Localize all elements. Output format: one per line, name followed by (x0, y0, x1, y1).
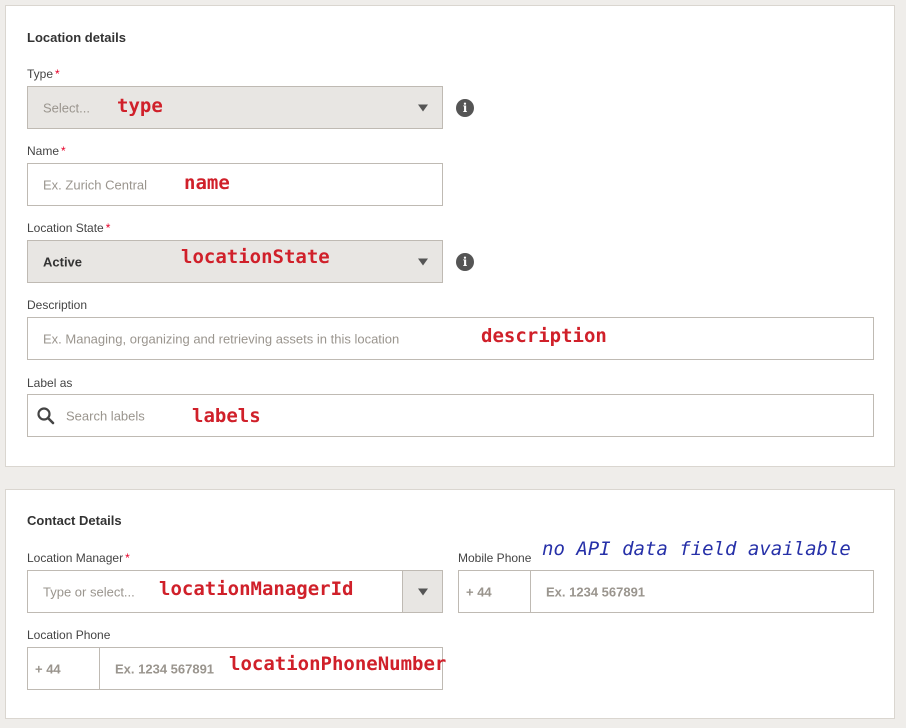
contact-details-card: Contact Details Location Manager * Type o… (5, 489, 895, 719)
name-placeholder: Ex. Zurich Central (43, 177, 148, 192)
mobile-phone-note: no API data field available (542, 538, 851, 560)
type-label: Type * (27, 67, 60, 81)
search-icon (37, 407, 55, 425)
chevron-down-icon (418, 258, 428, 265)
contact-details-title: Contact Details (27, 513, 122, 528)
location-state-value: Active (43, 254, 83, 269)
name-annotation: name (184, 172, 230, 194)
description-label: Description (27, 298, 88, 312)
location-manager-dropdown-toggle[interactable] (402, 571, 442, 612)
location-state-info-icon[interactable]: i (456, 253, 474, 271)
name-label: Name * (27, 144, 66, 158)
chevron-down-icon (418, 104, 428, 111)
labels-search-input[interactable]: Search labels (27, 394, 874, 437)
mobile-phone-input[interactable]: + 44 Ex. 1234 567891 (458, 570, 874, 613)
location-phone-label: Location Phone (27, 628, 111, 642)
description-input[interactable]: Ex. Managing, organizing and retrieving … (27, 317, 874, 360)
labels-placeholder: Search labels (66, 408, 145, 423)
location-phone-placeholder: Ex. 1234 567891 (115, 661, 215, 676)
description-placeholder: Ex. Managing, organizing and retrieving … (43, 331, 400, 346)
location-state-annotation: locationState (181, 246, 330, 268)
mobile-phone-placeholder: Ex. 1234 567891 (546, 584, 646, 599)
location-manager-annotation: locationManagerId (159, 578, 354, 600)
location-phone-annotation: locationPhoneNumber (229, 653, 447, 675)
type-select[interactable]: Select... (27, 86, 443, 129)
type-annotation: type (117, 95, 163, 117)
type-placeholder: Select... (43, 100, 90, 115)
location-manager-label: Location Manager * (27, 551, 130, 565)
type-info-icon[interactable]: i (456, 99, 474, 117)
location-state-label: Location State * (27, 221, 111, 235)
mobile-phone-label: Mobile Phone (458, 551, 532, 565)
location-details-card: Location details Type * Select... i type … (5, 5, 895, 467)
name-input[interactable]: Ex. Zurich Central (27, 163, 443, 206)
location-manager-placeholder: Type or select... (43, 584, 135, 599)
description-annotation: description (481, 325, 607, 347)
location-details-title: Location details (27, 30, 126, 45)
chevron-down-icon (418, 588, 428, 595)
label-as-label: Label as (27, 376, 73, 390)
location-phone-country-code[interactable]: + 44 (28, 648, 100, 689)
mobile-phone-country-code[interactable]: + 44 (459, 571, 531, 612)
labels-annotation: labels (192, 405, 261, 427)
